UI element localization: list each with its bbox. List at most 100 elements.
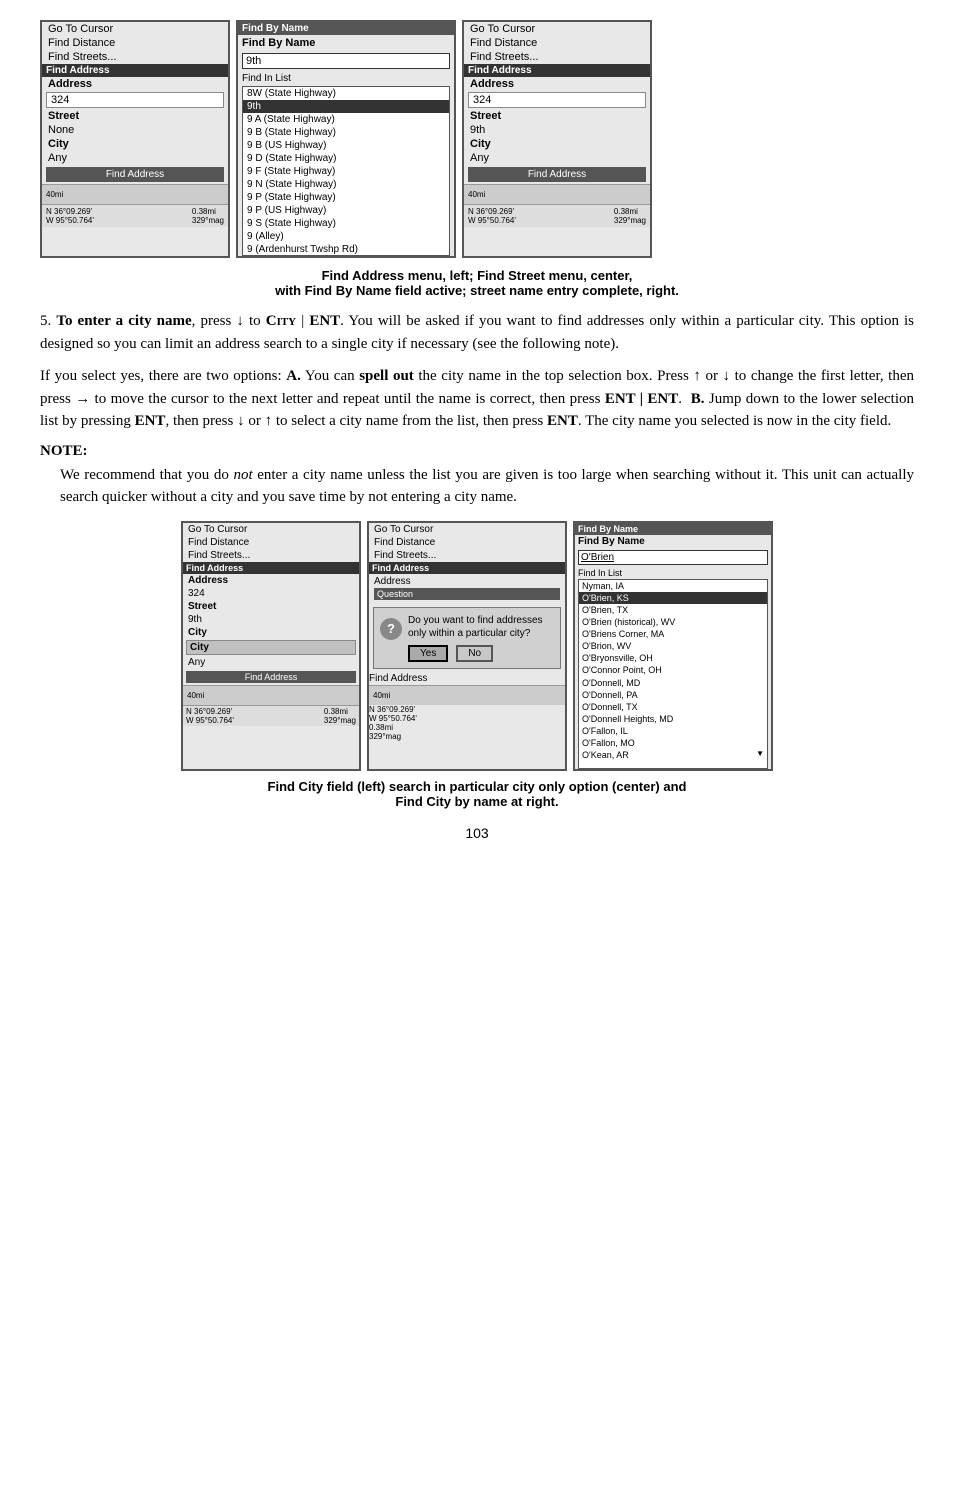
bc-goto-cursor[interactable]: Go To Cursor — [369, 523, 565, 536]
find-address-header-right: Find Address — [464, 64, 650, 77]
search-input-center[interactable]: 9th — [242, 53, 450, 69]
find-address-btn-left[interactable]: Find Address — [46, 167, 224, 182]
question-dialog: ? Do you want to find addresses only wit… — [373, 607, 561, 669]
city-item-0[interactable]: Nyman, IA — [579, 580, 767, 592]
bl-address-label: Address — [183, 574, 359, 587]
list-item-6[interactable]: 9 F (State Highway) — [243, 165, 449, 178]
city-item-3[interactable]: O'Brien (historical), WV — [579, 616, 767, 628]
list-item-2[interactable]: 9 A (State Highway) — [243, 113, 449, 126]
find-distance-left[interactable]: Find Distance — [42, 36, 228, 50]
find-address-btn-right[interactable]: Find Address — [468, 167, 646, 182]
bc-find-streets[interactable]: Find Streets... — [369, 549, 565, 562]
city-item-9[interactable]: O'Donnell, PA — [579, 689, 767, 701]
top-caption: Find Address menu, left; Find Street men… — [40, 268, 914, 298]
ent-2: ENT — [135, 413, 166, 429]
body-paragraph-1: 5. To enter a city name, press ↓ to City… — [40, 310, 914, 355]
city-label-right: City — [464, 137, 650, 151]
list-item-9[interactable]: 9 P (US Highway) — [243, 204, 449, 217]
coords-bar-right: N 36°09.269' W 95°50.764' 0.38mi 329°mag — [464, 204, 650, 227]
list-item-12[interactable]: 9 (Ardenhurst Twshp Rd) — [243, 243, 449, 256]
city-item-13[interactable]: O'Fallon, MO — [579, 737, 767, 749]
coords-group-left: N 36°09.269' W 95°50.764' — [46, 207, 94, 225]
address-label-right: Address — [464, 77, 650, 91]
find-by-name-header-center: Find By Name — [238, 22, 454, 35]
bottom-caption: Find City field (left) search in particu… — [40, 779, 914, 809]
dist-left: 0.38mi — [192, 207, 224, 216]
city-item-12[interactable]: O'Fallon, IL — [579, 725, 767, 737]
bl-address-value: 324 — [183, 587, 359, 600]
list-item-1[interactable]: 9th — [243, 100, 449, 113]
bc-find-distance[interactable]: Find Distance — [369, 536, 565, 549]
city-item-4[interactable]: O'Briens Corner, MA — [579, 628, 767, 640]
bottom-right-screen: Find By Name Find By Name O'Brien Find I… — [573, 521, 773, 771]
city-item-2[interactable]: O'Brien, TX — [579, 604, 767, 616]
coord-n-right: N 36°09.269' — [468, 207, 516, 216]
mag-right: 329°mag — [614, 216, 646, 225]
city-label-left: City — [42, 137, 228, 151]
scale-right: 40mi — [468, 190, 485, 199]
city-smallcaps: City — [266, 313, 296, 329]
goto-cursor-left[interactable]: Go To Cursor — [42, 22, 228, 36]
bl-street-label: Street — [183, 600, 359, 613]
city-item-1[interactable]: O'Brien, KS — [579, 592, 767, 604]
bl-find-distance[interactable]: Find Distance — [183, 536, 359, 549]
city-item-6[interactable]: O'Bryonsville, OH — [579, 652, 767, 664]
bl-city-value[interactable]: City — [186, 640, 356, 655]
address-value-left[interactable]: 324 — [46, 92, 224, 108]
city-item-7[interactable]: O'Connor Point, OH — [579, 664, 767, 676]
bl-find-streets[interactable]: Find Streets... — [183, 549, 359, 562]
list-header-center: Find In List — [238, 71, 454, 86]
city-item-11[interactable]: O'Donnell Heights, MD — [579, 713, 767, 725]
mag-left: 329°mag — [192, 216, 224, 225]
bc-find-address-btn[interactable]: Find Address — [369, 673, 565, 684]
find-streets-left[interactable]: Find Streets... — [42, 50, 228, 64]
list-item-3[interactable]: 9 B (State Highway) — [243, 126, 449, 139]
bc-question-header: Question — [374, 588, 560, 600]
bc-map-bar: 40mi — [369, 685, 565, 705]
map-bar-left: 40mi — [42, 184, 228, 204]
address-value-right[interactable]: 324 — [468, 92, 646, 108]
br-search-input[interactable]: O'Brien — [578, 550, 768, 565]
list-item-4[interactable]: 9 B (US Highway) — [243, 139, 449, 152]
question-text: Do you want to find addresses only withi… — [408, 614, 554, 640]
bc-addr-section: Address Question — [369, 574, 565, 603]
question-icon: ? — [380, 618, 402, 640]
list-item-5[interactable]: 9 D (State Highway) — [243, 152, 449, 165]
city-value-left: Any — [42, 151, 228, 165]
bl-find-address-header: Find Address — [183, 562, 359, 574]
yes-button[interactable]: Yes — [408, 645, 448, 662]
dist-right: 0.38mi — [614, 207, 646, 216]
city-list: Nyman, IA O'Brien, KS O'Brien, TX O'Brie… — [578, 579, 768, 769]
list-item-10[interactable]: 9 S (State Highway) — [243, 217, 449, 230]
ent-ent: ENT | ENT — [605, 391, 678, 407]
coord-w-left: W 95°50.764' — [46, 216, 94, 225]
bl-coords-bar: N 36°09.269' W 95°50.764' 0.38mi 329°mag — [183, 705, 359, 726]
top-left-screen: Go To Cursor Find Distance Find Streets.… — [40, 20, 230, 258]
find-streets-right[interactable]: Find Streets... — [464, 50, 650, 64]
bl-any-value: Any — [183, 656, 359, 669]
bc-scale: 40mi — [373, 691, 390, 700]
bottom-caption-line2: Find City by name at right. — [40, 794, 914, 809]
city-item-5[interactable]: O'Brion, WV — [579, 640, 767, 652]
bc-coords-bar: N 36°09.269' W 95°50.764' 0.38mi 329°mag — [369, 705, 565, 741]
city-value-right: Any — [464, 151, 650, 165]
find-distance-right[interactable]: Find Distance — [464, 36, 650, 50]
bl-goto-cursor[interactable]: Go To Cursor — [183, 523, 359, 536]
top-screens-row: Go To Cursor Find Distance Find Streets.… — [40, 20, 914, 258]
ent-bold-1: ENT — [309, 313, 340, 329]
top-right-screen: Go To Cursor Find Distance Find Streets.… — [462, 20, 652, 258]
coords-bar-left: N 36°09.269' W 95°50.764' 0.38mi 329°mag — [42, 204, 228, 227]
option-b: B. — [691, 391, 705, 407]
list-item-8[interactable]: 9 P (State Highway) — [243, 191, 449, 204]
city-item-10[interactable]: O'Donnell, TX — [579, 701, 767, 713]
city-item-8[interactable]: O'Donnell, MD — [579, 677, 767, 689]
list-item-7[interactable]: 9 N (State Highway) — [243, 178, 449, 191]
bc-addr-label: Address — [374, 576, 560, 587]
coords-group-right: N 36°09.269' W 95°50.764' — [468, 207, 516, 225]
list-item-11[interactable]: 9 (Alley) — [243, 230, 449, 243]
goto-cursor-right[interactable]: Go To Cursor — [464, 22, 650, 36]
list-item-0[interactable]: 8W (State Highway) — [243, 87, 449, 100]
no-button[interactable]: No — [456, 645, 493, 662]
bl-find-address-btn[interactable]: Find Address — [186, 671, 356, 683]
city-item-14[interactable]: O'Kean, AR▼ — [579, 749, 767, 761]
